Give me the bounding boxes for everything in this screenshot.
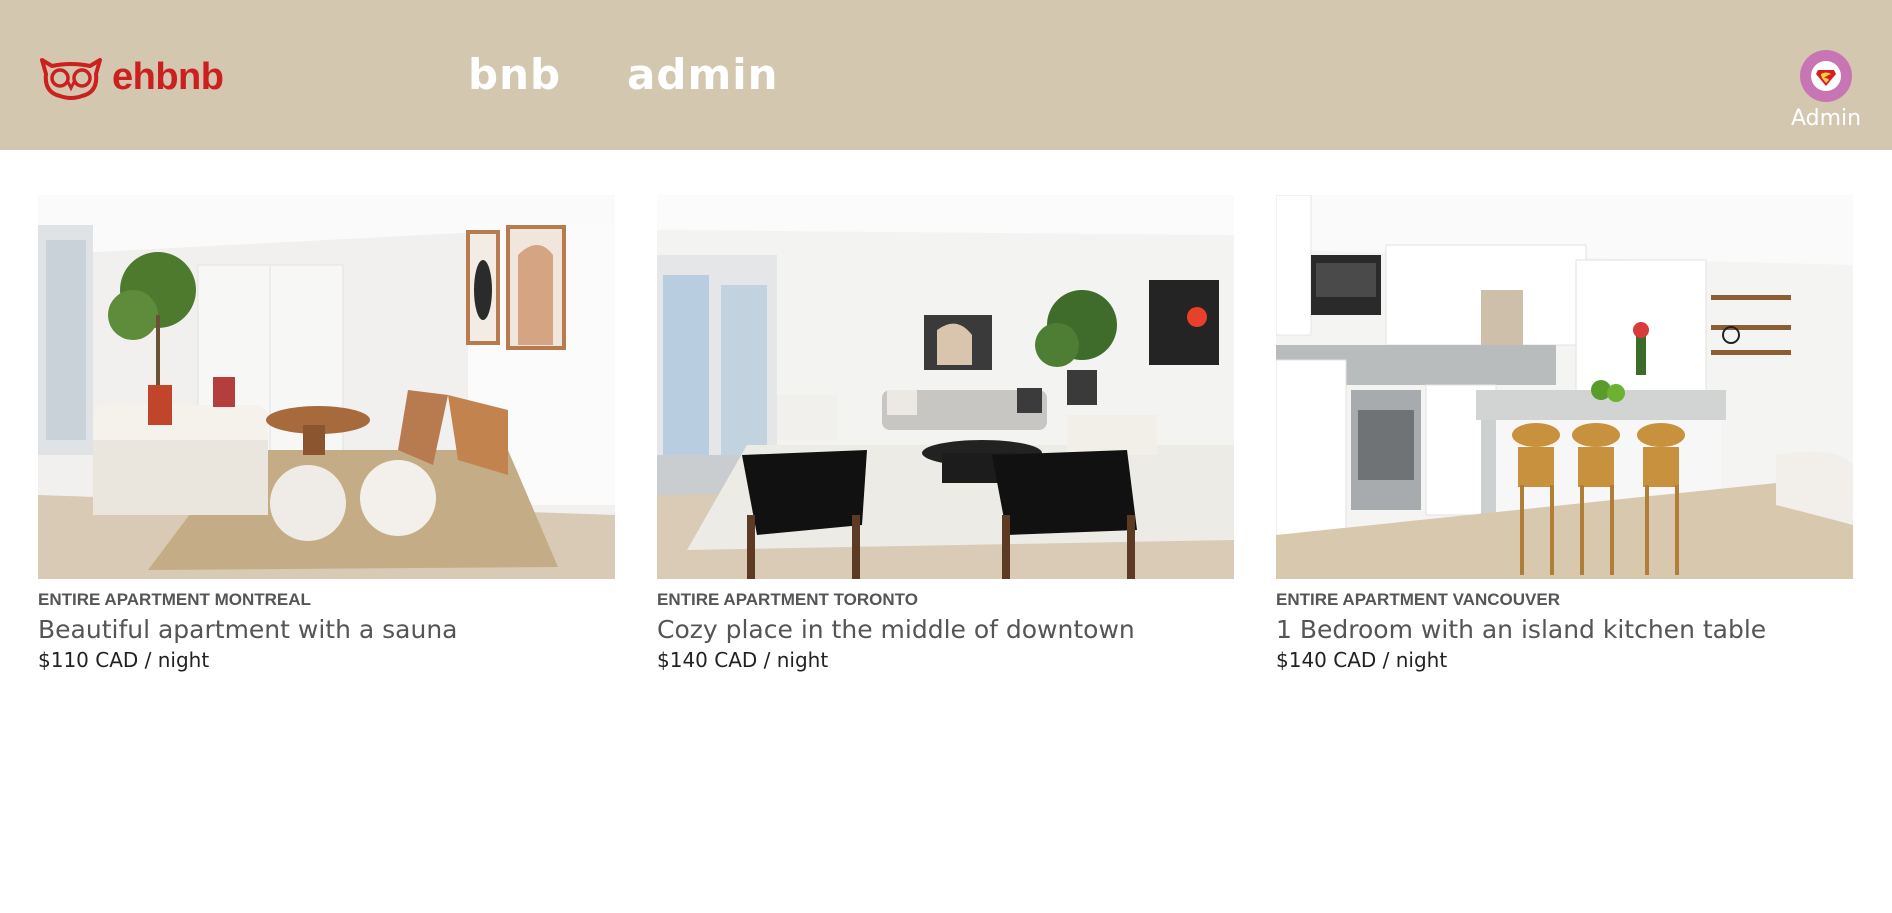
listing-title: Beautiful apartment with a sauna (38, 615, 458, 644)
listing-card[interactable]: ENTIRE APARTMENT VANCOUVER 1 Bedroom wit… (1276, 195, 1853, 673)
owl-logo-icon (40, 58, 102, 100)
kitchen-photo[interactable] (1276, 195, 1853, 579)
listing-type: ENTIRE APARTMENT MONTREAL (38, 590, 311, 609)
listing-title: Cozy place in the middle of downtown (657, 615, 1135, 644)
listing-price: $140 CAD / night (657, 648, 829, 672)
main-nav: bnb admin (468, 48, 845, 102)
listing-card[interactable]: ENTIRE APARTMENT MONTREAL Beautiful apar… (38, 195, 615, 673)
listing-title: 1 Bedroom with an island kitchen table (1276, 615, 1767, 644)
brand-name: ehbnb (112, 56, 224, 98)
user-menu[interactable]: Admin (1790, 50, 1862, 133)
nav-link-admin[interactable]: admin (627, 48, 778, 102)
nav-link-bnb[interactable]: bnb (468, 48, 561, 102)
listing-price: $110 CAD / night (38, 648, 210, 672)
superhero-avatar-icon (1800, 50, 1852, 102)
lounge-photo[interactable] (657, 195, 1234, 579)
top-header: ehbnb bnb admin Admin (0, 0, 1892, 150)
living-room-photo[interactable] (38, 195, 615, 579)
listing-card[interactable]: ENTIRE APARTMENT TORONTO Cozy place in t… (657, 195, 1234, 673)
listing-type: ENTIRE APARTMENT VANCOUVER (1276, 590, 1560, 609)
listing-price: $140 CAD / night (1276, 648, 1448, 672)
brand-logo[interactable]: ehbnb (38, 54, 224, 100)
listing-type: ENTIRE APARTMENT TORONTO (657, 590, 918, 609)
user-label: Admin (1790, 106, 1862, 131)
listings-grid: ENTIRE APARTMENT MONTREAL Beautiful apar… (38, 195, 1853, 673)
